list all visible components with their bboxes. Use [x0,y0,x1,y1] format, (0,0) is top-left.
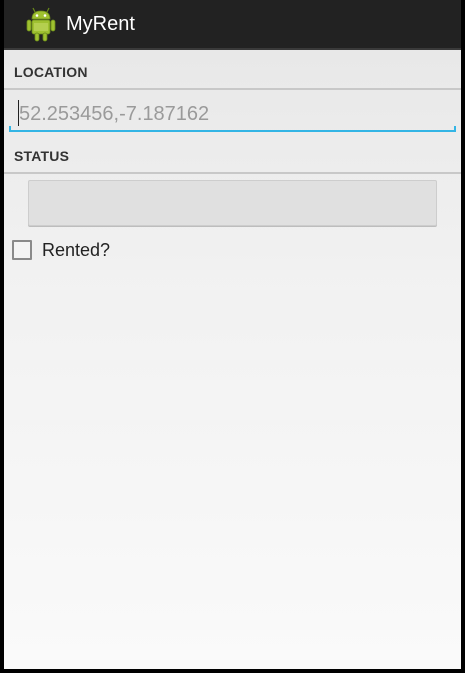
input-underline [9,130,456,132]
location-header-label: LOCATION [14,64,88,80]
android-icon[interactable] [22,5,60,43]
screen: MyRent LOCATION 52.253456,-7.187162 STAT… [0,0,465,673]
location-input[interactable]: 52.253456,-7.187162 [9,96,456,132]
action-bar: MyRent [4,0,461,48]
app-title: MyRent [66,13,135,35]
rented-label[interactable]: Rented? [42,240,110,261]
location-hint: 52.253456,-7.187162 [19,103,210,125]
main-content: LOCATION 52.253456,-7.187162 STATUS Rent… [4,48,461,669]
rented-checkbox[interactable] [12,240,32,260]
status-header-label: STATUS [14,148,70,164]
status-button[interactable] [28,180,437,226]
input-tick-right [454,126,456,132]
rented-checkbox-row[interactable]: Rented? [12,238,110,262]
location-header: LOCATION [4,50,461,90]
input-tick-left [9,126,11,132]
status-header: STATUS [4,134,461,174]
